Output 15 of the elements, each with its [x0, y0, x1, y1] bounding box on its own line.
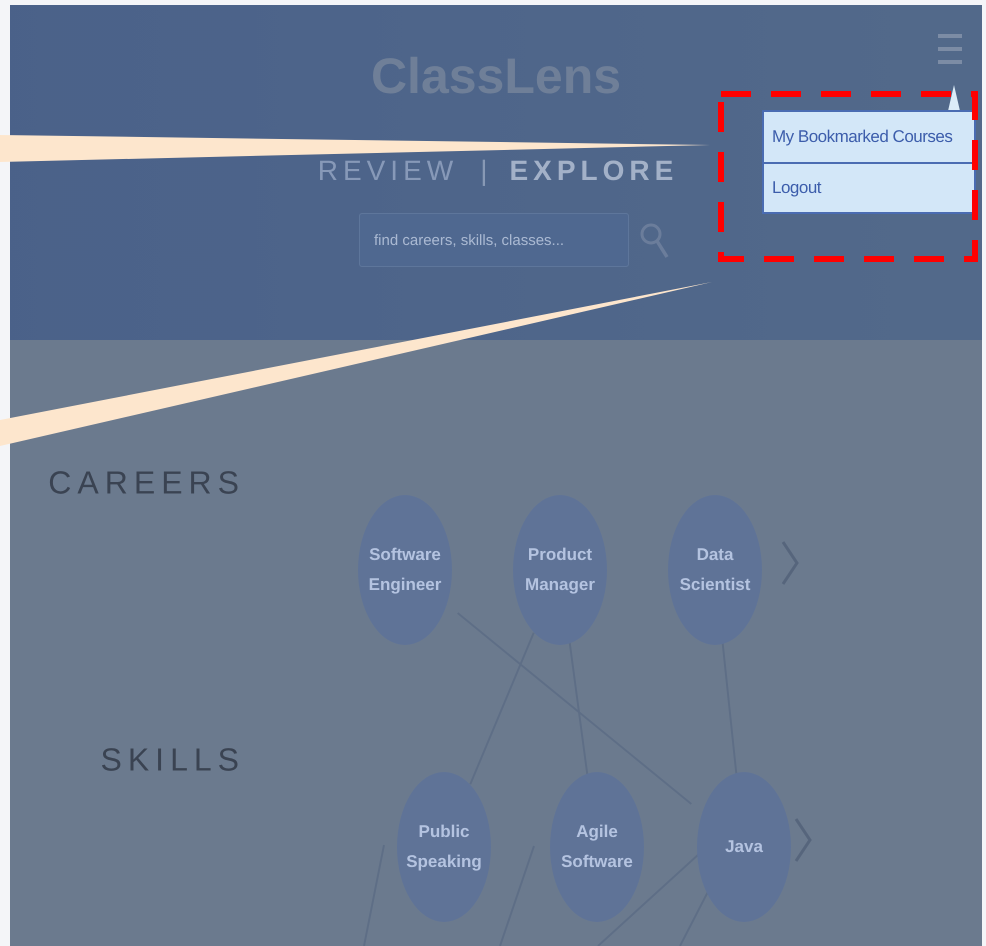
- nav-tab[interactable]: EXPLORE: [509, 155, 678, 187]
- menu-icon[interactable]: [938, 32, 962, 66]
- graph-node[interactable]: Product Manager: [513, 495, 607, 645]
- search-field[interactable]: find careers, skills, classes...: [359, 213, 629, 267]
- graph-node[interactable]: Software Engineer: [358, 495, 452, 645]
- tab-separator: |: [480, 155, 488, 187]
- row-label: CAREERS: [48, 464, 245, 502]
- graph-node[interactable]: Agile Software: [550, 772, 644, 922]
- row-label: SKILLS: [100, 742, 245, 778]
- menu-item[interactable]: My Bookmarked Courses: [764, 112, 974, 162]
- graph-node[interactable]: Data Scientist: [668, 495, 762, 645]
- nav-tab[interactable]: REVIEW: [318, 155, 458, 187]
- menu-item[interactable]: Logout: [764, 162, 974, 212]
- graph-node[interactable]: Public Speaking: [397, 772, 491, 922]
- graph-node[interactable]: Java: [697, 772, 791, 922]
